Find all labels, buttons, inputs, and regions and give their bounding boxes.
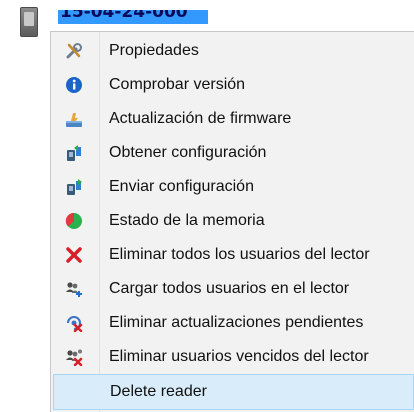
menu-item-eliminar-actualizaciones[interactable]: Eliminar actualizaciones pendientes: [53, 306, 414, 340]
menu-item-cargar-usuarios[interactable]: Cargar todos usuarios en el lector: [53, 272, 414, 306]
menu-item-obtener-configuracion[interactable]: Obtener configuración: [53, 136, 414, 170]
menu-item-label: Actualización de firmware: [109, 110, 292, 127]
menu-item-label: Obtener configuración: [109, 144, 267, 161]
menu-item-label: Propiedades: [109, 42, 199, 59]
fingerprint-reader-icon: [20, 7, 38, 37]
send-config-icon: [65, 178, 83, 196]
menu-item-enviar-configuracion[interactable]: Enviar configuración: [53, 170, 414, 204]
firmware-update-icon: [65, 110, 83, 128]
menu-item-estado-memoria[interactable]: Estado de la memoria: [53, 204, 414, 238]
menu-item-propiedades[interactable]: Propiedades: [53, 34, 414, 68]
reader-tree-row: 15-04-24-000: [0, 0, 414, 37]
pending-delete-icon: [65, 314, 83, 332]
users-add-icon: [65, 280, 83, 298]
menu-item-eliminar-vencidos[interactable]: Eliminar usuarios vencidos del lector: [53, 340, 414, 374]
context-menu: Propiedades Comprobar versión Actualizac…: [50, 31, 414, 412]
menu-item-actualizacion-firmware[interactable]: Actualización de firmware: [53, 102, 414, 136]
menu-item-label: Eliminar actualizaciones pendientes: [109, 314, 364, 331]
menu-item-label: Enviar configuración: [109, 178, 254, 195]
reader-node-label[interactable]: 15-04-24-000: [58, 10, 208, 24]
menu-item-label: Comprobar versión: [109, 76, 246, 93]
menu-item-label: Eliminar todos los usuarios del lector: [109, 246, 370, 263]
menu-item-eliminar-todos-usuarios[interactable]: Eliminar todos los usuarios del lector: [53, 238, 414, 272]
info-icon: [65, 76, 83, 94]
tools-icon: [65, 42, 83, 60]
menu-item-label: Eliminar usuarios vencidos del lector: [109, 348, 369, 365]
get-config-icon: [65, 144, 83, 162]
menu-item-comprobar-version[interactable]: Comprobar versión: [53, 68, 414, 102]
memory-pie-icon: [65, 212, 83, 230]
menu-item-label: Estado de la memoria: [109, 212, 265, 229]
expired-users-delete-icon: [65, 348, 83, 366]
menu-item-label: Cargar todos usuarios en el lector: [109, 280, 350, 297]
red-x-icon: [65, 246, 83, 264]
menu-item-delete-reader[interactable]: Delete reader: [53, 374, 414, 410]
menu-item-label: Delete reader: [110, 383, 207, 400]
